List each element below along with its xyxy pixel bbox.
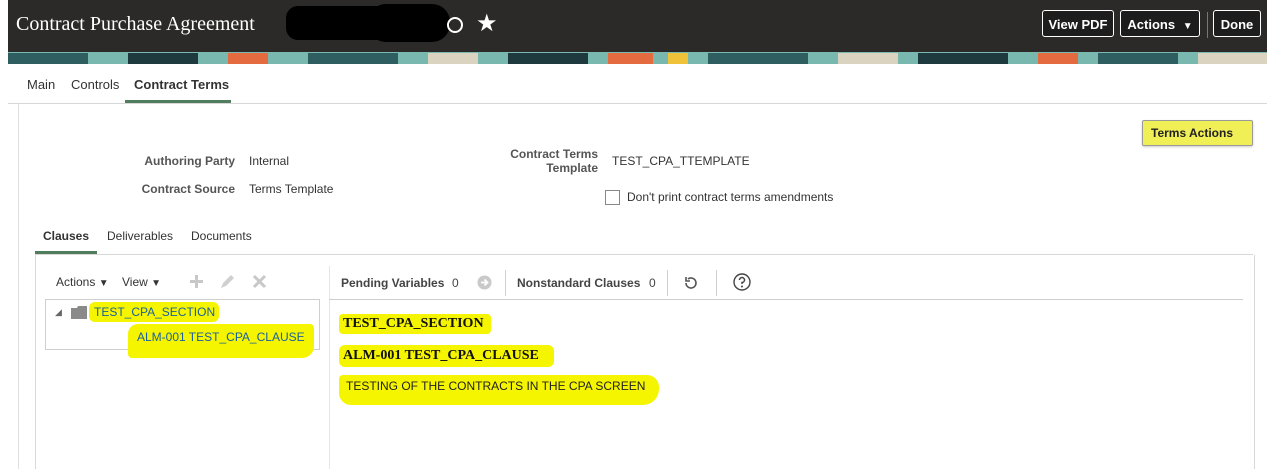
tab-main[interactable]: Main: [27, 77, 55, 92]
arrow-right-circle-icon[interactable]: [477, 275, 492, 290]
contract-source-label: Contract Source: [141, 182, 235, 196]
tree-actions-menu[interactable]: Actions ▼: [56, 275, 109, 289]
tab-documents[interactable]: Documents: [191, 229, 252, 243]
tab-deliverables[interactable]: Deliverables: [107, 229, 173, 243]
decorative-banner: [8, 52, 1267, 64]
pending-variables-label: Pending Variables: [341, 276, 445, 290]
authoring-party-value: Internal: [249, 154, 290, 168]
preview-clause-text: TESTING OF THE CONTRACTS IN THE CPA SCRE…: [346, 379, 646, 393]
page-title: Contract Purchase Agreement: [16, 13, 255, 35]
add-icon[interactable]: [189, 274, 204, 289]
dont-print-label: Don't print contract terms amendments: [627, 190, 834, 204]
help-icon[interactable]: [733, 273, 751, 291]
clauses-panel: [35, 255, 1255, 469]
template-label-line1: Contract Terms: [510, 147, 598, 161]
pane-divider: [329, 266, 330, 469]
template-label-line2: Template: [546, 161, 598, 175]
edit-icon[interactable]: [219, 274, 236, 290]
toolbar-divider: [329, 299, 1243, 300]
tree-view-menu[interactable]: View ▼: [122, 275, 161, 289]
preview-clause-heading: ALM-001 TEST_CPA_CLAUSE: [343, 348, 539, 363]
tree-view-label: View: [122, 275, 148, 289]
template-value: TEST_CPA_TTEMPLATE: [612, 154, 750, 168]
nonstandard-clauses-count: 0: [649, 276, 656, 290]
toolbar-separator: [667, 270, 668, 296]
contract-source-value: Terms Template: [249, 182, 334, 196]
collapse-triangle-icon[interactable]: ◢: [55, 307, 62, 318]
terms-actions-button[interactable]: Terms Actions: [1142, 120, 1253, 146]
folder-icon: [71, 306, 87, 319]
tab-controls[interactable]: Controls: [71, 77, 119, 92]
toolbar-separator: [716, 270, 717, 296]
terms-actions-label: Terms Actions: [1151, 126, 1234, 140]
preview-section-heading: TEST_CPA_SECTION: [343, 316, 484, 331]
actions-menu-label: Actions: [1127, 17, 1176, 32]
delete-icon[interactable]: [252, 274, 267, 289]
toolbar-separator: [505, 270, 506, 296]
dont-print-checkbox[interactable]: [605, 190, 620, 205]
actions-menu-button[interactable]: Actions ▼: [1120, 10, 1200, 37]
template-label: Contract Terms Template: [478, 147, 598, 175]
done-button[interactable]: Done: [1213, 10, 1261, 37]
tree-item-clause[interactable]: ALM-001 TEST_CPA_CLAUSE: [137, 330, 305, 344]
refresh-icon[interactable]: [683, 275, 699, 291]
favorite-star-icon[interactable]: ★: [476, 10, 498, 38]
nonstandard-clauses-label: Nonstandard Clauses: [517, 276, 641, 290]
tab-contract-terms[interactable]: Contract Terms: [134, 77, 229, 92]
pending-variables-count: 0: [452, 276, 459, 290]
chevron-down-icon: ▼: [1182, 21, 1193, 32]
redaction-mark: [368, 4, 450, 42]
refresh-icon[interactable]: [444, 14, 466, 36]
chevron-down-icon: ▼: [98, 278, 109, 289]
tree-actions-label: Actions: [56, 275, 96, 289]
header-separator: [1207, 12, 1208, 38]
view-pdf-button[interactable]: View PDF: [1042, 10, 1114, 37]
tab-clauses[interactable]: Clauses: [43, 229, 89, 243]
tree-item-section[interactable]: TEST_CPA_SECTION: [94, 305, 215, 319]
chevron-down-icon: ▼: [151, 278, 162, 289]
authoring-party-label: Authoring Party: [144, 154, 235, 168]
